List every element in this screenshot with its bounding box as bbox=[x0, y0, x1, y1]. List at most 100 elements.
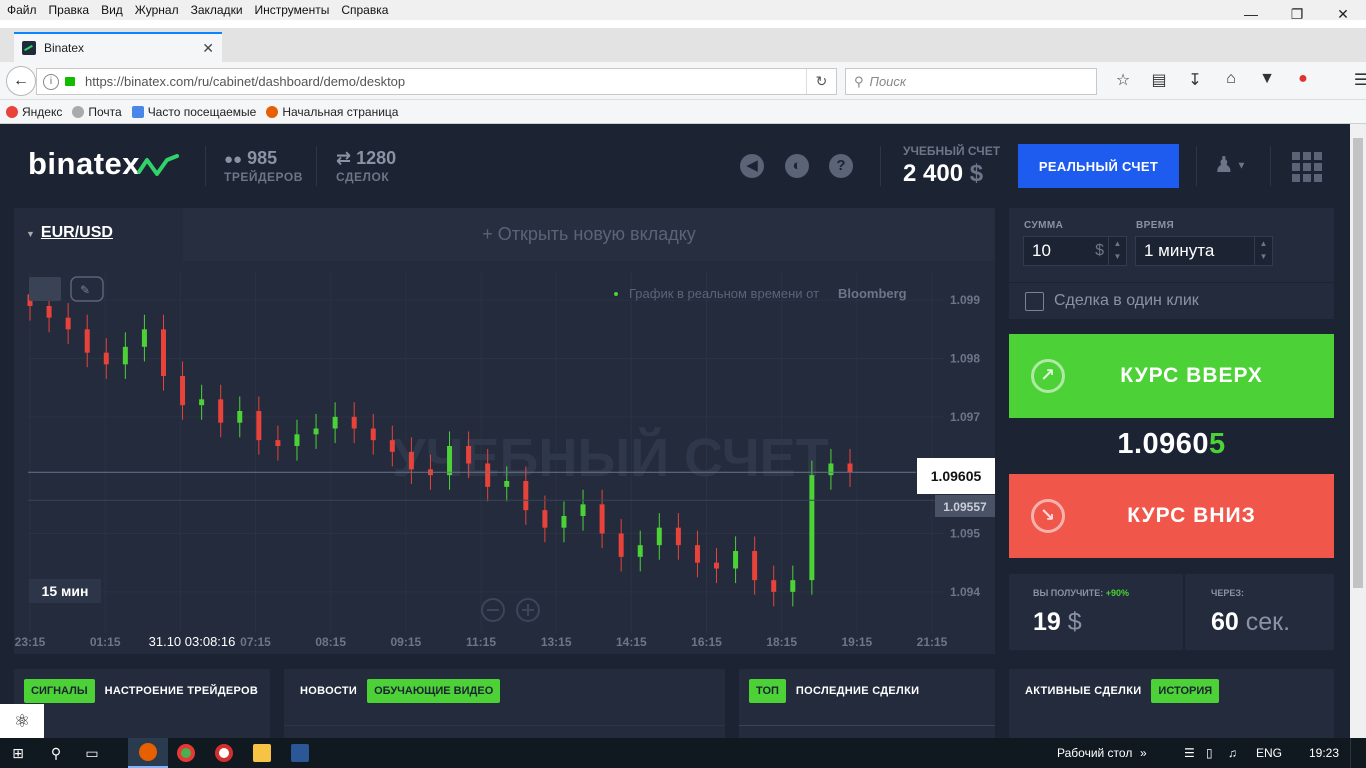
clock[interactable]: 19:23 bbox=[1309, 738, 1339, 768]
close-window-button[interactable]: ✕ bbox=[1320, 0, 1366, 28]
desktop-label[interactable]: Рабочий стол bbox=[1057, 738, 1132, 768]
tab-active-deals[interactable]: АКТИВНЫЕ СДЕЛКИ bbox=[1025, 685, 1141, 697]
payout-value: 19 bbox=[1033, 608, 1061, 636]
contrast-icon[interactable]: ◐ bbox=[785, 154, 809, 178]
menu-view[interactable]: Вид bbox=[95, 3, 129, 17]
home-icon[interactable]: ⌂ bbox=[1213, 70, 1249, 90]
candle-body bbox=[237, 411, 243, 423]
maximize-button[interactable]: ❐ bbox=[1274, 0, 1320, 28]
candle-body bbox=[542, 510, 548, 528]
word-taskbar-icon[interactable] bbox=[280, 738, 320, 768]
url-text[interactable]: https://binatex.com/ru/cabinet/dashboard… bbox=[85, 74, 806, 89]
back-button[interactable]: ← bbox=[6, 66, 36, 96]
candle-body bbox=[275, 440, 281, 446]
bookmark-home-page[interactable]: Начальная страница bbox=[266, 105, 398, 119]
rate-up-label: КУРС ВВЕРХ bbox=[1120, 364, 1263, 387]
bookmark-mail[interactable]: Почта bbox=[72, 105, 122, 119]
tab-signals[interactable]: СИГНАЛЫ bbox=[24, 679, 95, 703]
time-select[interactable]: 1 минута ▲ ▼ bbox=[1135, 236, 1273, 266]
search-taskbar-icon[interactable]: ⚲ bbox=[40, 738, 72, 768]
bookmark-star-icon[interactable]: ☆ bbox=[1105, 70, 1141, 90]
bloomberg-label: Bloomberg bbox=[838, 286, 907, 301]
price-main: 1.0960 bbox=[1117, 428, 1210, 460]
one-click-toggle[interactable]: Сделка в один клик bbox=[1009, 282, 1334, 319]
menu-help[interactable]: Справка bbox=[335, 3, 394, 17]
traders-label: ТРЕЙДЕРОВ bbox=[224, 170, 303, 184]
page-scrollbar[interactable] bbox=[1350, 124, 1366, 738]
x-tick-label: 19:15 bbox=[841, 635, 872, 649]
help-icon[interactable]: ? bbox=[829, 154, 853, 178]
candle-body bbox=[218, 399, 224, 423]
apps-grid-icon[interactable] bbox=[1292, 152, 1322, 182]
one-click-checkbox[interactable] bbox=[1025, 291, 1044, 311]
language-indicator[interactable]: ENG bbox=[1256, 738, 1282, 768]
reload-icon[interactable]: ↻ bbox=[806, 69, 836, 94]
url-bar[interactable]: i https://binatex.com/ru/cabinet/dashboa… bbox=[36, 68, 837, 95]
menu-tools[interactable]: Инструменты bbox=[249, 3, 336, 17]
sound-off-icon[interactable]: ◀ bbox=[740, 154, 764, 178]
real-account-button[interactable]: РЕАЛЬНЫЙ СЧЕТ bbox=[1018, 144, 1179, 188]
user-menu-icon[interactable]: ♟ ▼ bbox=[1214, 152, 1246, 178]
download-icon[interactable]: ↧ bbox=[1177, 70, 1213, 90]
show-desktop-button[interactable] bbox=[1350, 738, 1366, 768]
tab-eur-usd[interactable]: ▼ EUR/USD bbox=[14, 208, 183, 261]
bookmark-yandex[interactable]: Яндекс bbox=[6, 105, 62, 119]
pocket-icon[interactable]: ▼ bbox=[1249, 70, 1285, 90]
support-lifebuoy-icon[interactable]: ⚛ bbox=[0, 704, 44, 738]
rate-up-button[interactable]: ↗ КУРС ВВЕРХ bbox=[1009, 334, 1334, 418]
wifi-icon[interactable]: ☰ bbox=[1184, 738, 1195, 768]
firefox-taskbar-icon[interactable] bbox=[128, 738, 168, 768]
reading-list-icon[interactable]: ▤ bbox=[1141, 70, 1177, 90]
browser-tab[interactable]: Binatex ✕ bbox=[14, 32, 222, 62]
menu-edit[interactable]: Правка bbox=[43, 3, 96, 17]
header-divider bbox=[1270, 146, 1271, 186]
payout-percent: +90% bbox=[1105, 588, 1130, 598]
binatex-logo[interactable]: binatex bbox=[28, 146, 140, 182]
tab-history[interactable]: ИСТОРИЯ bbox=[1151, 679, 1220, 703]
tab-recent-deals[interactable]: ПОСЛЕДНИЕ СДЕЛКИ bbox=[796, 685, 919, 697]
trade-settings: СУММА 10 $ ▲ ▼ ВРЕМЯ 1 минута ▲ ▼ Сделка в… bbox=[1009, 208, 1334, 319]
menu-bookmarks[interactable]: Закладки bbox=[185, 3, 249, 17]
time-stepper-icon[interactable]: ▲ ▼ bbox=[1254, 237, 1272, 265]
deals-count: 1280 bbox=[356, 148, 397, 168]
windows-start-icon[interactable]: ⊞ bbox=[0, 738, 36, 768]
close-tab-icon[interactable]: ✕ bbox=[202, 40, 214, 57]
candle-body bbox=[351, 416, 357, 429]
tab-title: Binatex bbox=[44, 41, 85, 55]
tab-training-video[interactable]: ОБУЧАЮЩИЕ ВИДЕО bbox=[367, 679, 501, 703]
binatex-favicon-icon bbox=[22, 41, 36, 55]
menu-history[interactable]: Журнал bbox=[129, 3, 185, 17]
info-icon[interactable]: i bbox=[43, 73, 59, 90]
volume-icon[interactable]: ♫ bbox=[1228, 738, 1237, 768]
adblock-icon[interactable]: ● bbox=[1285, 70, 1321, 90]
demo-account[interactable]: УЧЕБНЫЙ СЧЕТ 2 400 $ bbox=[903, 144, 1000, 188]
chrome-taskbar-icon[interactable] bbox=[166, 738, 206, 768]
chart-type-button[interactable] bbox=[29, 277, 61, 301]
tab-news[interactable]: НОВОСТИ bbox=[300, 685, 357, 697]
x-tick-label: 09:15 bbox=[390, 635, 421, 649]
explorer-taskbar-icon[interactable] bbox=[242, 738, 282, 768]
task-view-icon[interactable]: ▭ bbox=[76, 738, 108, 768]
most-visited-icon bbox=[131, 105, 144, 118]
hamburger-menu-icon[interactable]: ☰ bbox=[1343, 70, 1366, 90]
tab-trader-sentiment[interactable]: НАСТРОЕНИЕ ТРЕЙДЕРОВ bbox=[105, 685, 259, 697]
chevron-up-icon[interactable]: » bbox=[1140, 738, 1147, 768]
scrollbar-thumb[interactable] bbox=[1353, 138, 1363, 588]
amount-stepper-icon[interactable]: ▲ ▼ bbox=[1108, 237, 1126, 265]
caret-down-icon: ▼ bbox=[26, 229, 35, 239]
opera-taskbar-icon[interactable] bbox=[204, 738, 244, 768]
bookmark-most-visited[interactable]: Часто посещаемые bbox=[131, 105, 256, 119]
price-chart[interactable]: УЧЕБНЫЙ СЧЕТ 1.099 1.098 1.097 1.095 1.094 2… bbox=[14, 261, 995, 654]
x-tick-label: 16:15 bbox=[691, 635, 722, 649]
amount-input[interactable]: 10 $ ▲ ▼ bbox=[1023, 236, 1127, 266]
open-new-tab-button[interactable]: + Открыть новую вкладку bbox=[183, 208, 995, 261]
tab-top[interactable]: ТОП bbox=[749, 679, 786, 703]
expiry-section: ЧЕРЕЗ: 60 сек. bbox=[1187, 574, 1334, 650]
search-input[interactable]: ⚲ Поиск bbox=[845, 68, 1097, 95]
payout-section: ВЫ ПОЛУЧИТЕ: +90% 19 $ bbox=[1009, 574, 1185, 650]
menu-file[interactable]: Файл bbox=[0, 3, 43, 17]
battery-icon[interactable]: ▯ bbox=[1206, 738, 1213, 768]
rate-down-button[interactable]: ↘ КУРС ВНИЗ bbox=[1009, 474, 1334, 558]
candle-body bbox=[694, 545, 700, 563]
minimize-button[interactable]: — bbox=[1228, 0, 1274, 28]
